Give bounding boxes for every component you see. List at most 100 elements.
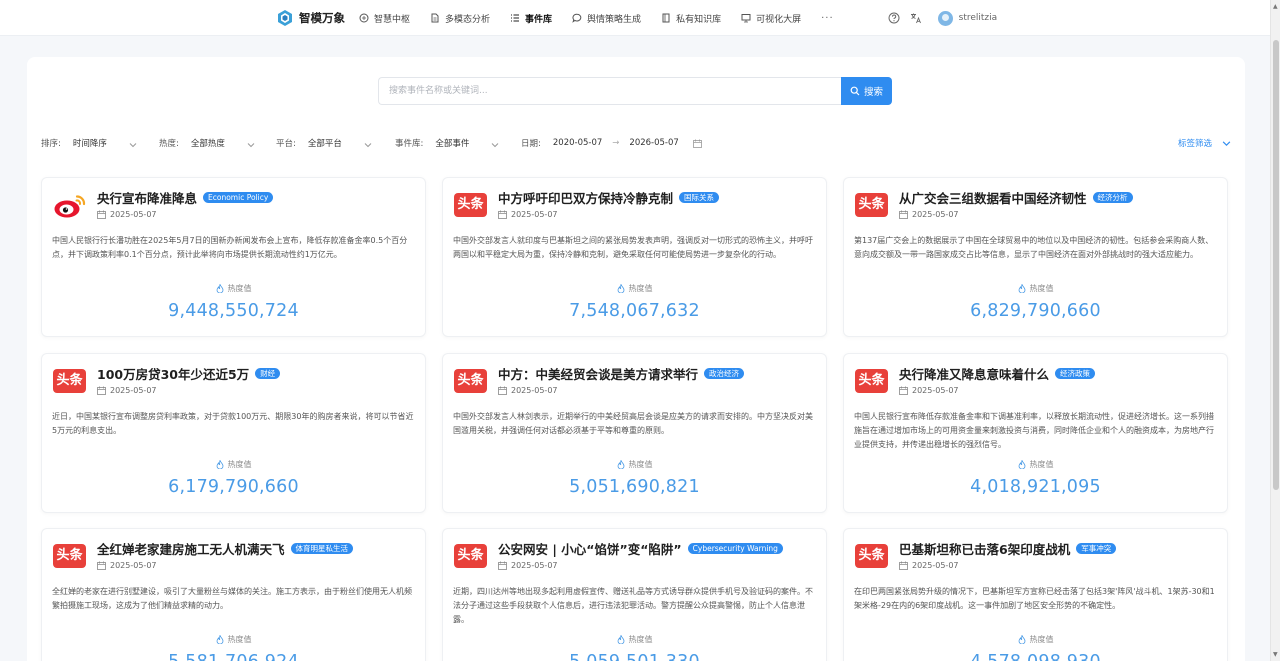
flame-icon bbox=[216, 284, 223, 293]
card-date-value: 2025-05-07 bbox=[110, 386, 157, 395]
heat-value: 5,581,706,924 bbox=[42, 652, 425, 661]
card-title[interactable]: 中方：中美经贸会谈是美方请求举行 bbox=[498, 364, 698, 383]
brain-icon bbox=[359, 13, 369, 23]
card-title[interactable]: 从广交会三组数据看中国经济韧性 bbox=[899, 188, 1087, 207]
flame-icon bbox=[1018, 635, 1025, 644]
platform-filter[interactable]: 平台: 全部平台 bbox=[276, 137, 372, 149]
nav-item-event-library[interactable]: 事件库 bbox=[510, 12, 552, 25]
document-icon bbox=[431, 13, 439, 23]
scrollbar[interactable]: ▲ ▼ bbox=[1270, 0, 1280, 661]
heat-label-text: 热度值 bbox=[628, 460, 653, 469]
card-date-value: 2025-05-07 bbox=[511, 210, 558, 219]
scroll-thumb[interactable] bbox=[1273, 40, 1279, 490]
heat-label: 热度值 bbox=[42, 634, 425, 645]
heat-label-text: 热度值 bbox=[628, 284, 653, 293]
event-card[interactable]: 头条 100万房贷30年少还近5万 财经 2025-05-07 近日，中国某银行宣布调整… bbox=[41, 353, 426, 513]
search-bar: 搜索 bbox=[378, 77, 892, 105]
calendar-icon bbox=[498, 561, 507, 570]
event-card[interactable]: 头条 中方呼吁印巴双方保持冷静克制 国际关系 2025-05-07 中国外交部发言人就印… bbox=[442, 177, 827, 337]
heat-label: 热度值 bbox=[42, 459, 425, 470]
scroll-up-arrow-icon[interactable]: ▲ bbox=[1273, 3, 1278, 10]
nav-item-hub[interactable]: 智慧中枢 bbox=[359, 12, 410, 25]
user-menu[interactable]: strelitzia bbox=[937, 10, 998, 26]
heat-label-text: 热度值 bbox=[1029, 635, 1054, 644]
event-card[interactable]: 头条 全红婵老家建房施工无人机满天飞 体育明星私生活 2025-05-07 全红婵的老家… bbox=[41, 528, 426, 661]
nav-item-label: 事件库 bbox=[525, 14, 553, 25]
card-title-row: 央行降准又降息意味着什么 经济政策 bbox=[899, 364, 1096, 383]
nav-item-label: 智慧中枢 bbox=[374, 14, 411, 25]
nav-item-knowledge[interactable]: 私有知识库 bbox=[661, 12, 721, 25]
card-date: 2025-05-07 bbox=[899, 561, 959, 570]
nav-item-dashboard[interactable]: 可视化大屏 bbox=[741, 12, 801, 25]
toutiao-logo-icon: 头条 bbox=[855, 193, 888, 217]
card-date-value: 2025-05-07 bbox=[110, 561, 157, 570]
translate-icon[interactable] bbox=[910, 12, 922, 24]
event-card[interactable]: 头条 中方：中美经贸会谈是美方请求举行 政治经济 2025-05-07 中国外交部发言人… bbox=[442, 353, 827, 513]
card-date-value: 2025-05-07 bbox=[110, 210, 157, 219]
calendar-icon bbox=[498, 210, 507, 219]
flame-icon bbox=[216, 460, 223, 469]
nav-item-multimodal[interactable]: 多模态分析 bbox=[430, 12, 490, 25]
nav-item-strategy[interactable]: 舆情策略生成 bbox=[572, 12, 641, 25]
date-to[interactable]: 2026-05-07 bbox=[629, 138, 678, 148]
event-card[interactable]: 央行宣布降准降息 Economic Policy 2025-05-07 中国人民银行行… bbox=[41, 177, 426, 337]
heat-value: 5,051,690,821 bbox=[569, 477, 700, 497]
username: strelitzia bbox=[958, 13, 998, 23]
card-tag-badge: 经济分析 bbox=[1092, 191, 1133, 204]
card-date: 2025-05-07 bbox=[498, 561, 558, 570]
card-title[interactable]: 公安网安 | 小心“馅饼”变“陷阱” bbox=[498, 539, 682, 558]
card-title-row: 巴基斯坦称已击落6架印度战机 军事冲突 bbox=[899, 539, 1117, 558]
sort-label: 排序: bbox=[41, 139, 61, 149]
heat-label: 热度值 bbox=[844, 283, 1227, 294]
card-tag-badge: Economic Policy bbox=[203, 191, 274, 204]
card-description: 近期，四川达州等地出现多起利用虚假宣传、赠送礼品等方式诱导群众提供手机号及验证码… bbox=[453, 587, 813, 623]
card-date-value: 2025-05-07 bbox=[912, 386, 959, 395]
sort-filter[interactable]: 排序: 时间降序 bbox=[41, 137, 137, 149]
flame-icon bbox=[1018, 460, 1025, 469]
scroll-down-arrow-icon[interactable]: ▼ bbox=[1273, 651, 1278, 658]
event-card[interactable]: 头条 央行降准又降息意味着什么 经济政策 2025-05-07 中国人民银行宣布降低存款… bbox=[843, 353, 1228, 513]
search-button-label: 搜索 bbox=[863, 87, 883, 98]
search-icon bbox=[850, 86, 860, 96]
more-menu[interactable]: ··· bbox=[821, 13, 834, 24]
library-filter[interactable]: 事件库: 全部事件 bbox=[395, 137, 499, 149]
toutiao-logo-icon: 头条 bbox=[454, 193, 487, 217]
chevron-down-icon bbox=[364, 143, 372, 148]
card-title[interactable]: 中方呼吁印巴双方保持冷静克制 bbox=[498, 188, 673, 207]
flame-icon bbox=[1018, 284, 1025, 293]
card-tag-badge: 政治经济 bbox=[704, 367, 745, 380]
card-tag-badge: 经济政策 bbox=[1055, 367, 1096, 380]
search-input[interactable] bbox=[378, 77, 841, 105]
nav-item-label: 私有知识库 bbox=[676, 14, 722, 25]
card-tag-badge: 国际关系 bbox=[679, 191, 720, 204]
help-icon[interactable] bbox=[888, 12, 900, 24]
heat-value: 4,578,098,930 bbox=[844, 652, 1227, 661]
library-filter-value: 全部事件 bbox=[435, 139, 470, 149]
card-title-row: 全红婵老家建房施工无人机满天飞 体育明星私生活 bbox=[97, 539, 354, 558]
card-title[interactable]: 巴基斯坦称已击落6架印度战机 bbox=[899, 539, 1070, 558]
nav-item-label: 舆情策略生成 bbox=[587, 14, 642, 25]
heat-filter[interactable]: 热度: 全部热度 bbox=[159, 137, 255, 149]
event-card[interactable]: 头条 巴基斯坦称已击落6架印度战机 军事冲突 2025-05-07 在印巴两国紧张局势升… bbox=[843, 528, 1228, 661]
date-from[interactable]: 2020-05-07 bbox=[553, 138, 602, 148]
date-separator: → bbox=[612, 138, 620, 148]
search-button[interactable]: 搜索 bbox=[841, 77, 892, 105]
card-title[interactable]: 全红婵老家建房施工无人机满天飞 bbox=[97, 539, 285, 558]
card-title[interactable]: 央行降准又降息意味着什么 bbox=[899, 364, 1049, 383]
heat-label-text: 热度值 bbox=[227, 460, 252, 469]
flame-icon bbox=[617, 635, 624, 644]
event-card[interactable]: 头条 公安网安 | 小心“馅饼”变“陷阱” Cybersecurity Warnin… bbox=[442, 528, 827, 661]
heat-label: 热度值 bbox=[844, 459, 1227, 470]
date-filter[interactable]: 日期: 2020-05-07 → 2026-05-07 bbox=[521, 137, 702, 149]
card-title[interactable]: 100万房贷30年少还近5万 bbox=[97, 364, 249, 383]
event-card[interactable]: 头条 从广交会三组数据看中国经济韧性 经济分析 2025-05-07 第137届广交会上… bbox=[843, 177, 1228, 337]
tag-filter-toggle[interactable]: 标签筛选 bbox=[1178, 137, 1231, 149]
brand-logo[interactable]: 智模万象 bbox=[278, 10, 345, 26]
heat-label-text: 热度值 bbox=[227, 635, 252, 644]
card-title-row: 公安网安 | 小心“馅饼”变“陷阱” Cybersecurity Warning bbox=[498, 539, 783, 558]
heat-value: 9,448,550,724 bbox=[168, 301, 299, 321]
card-title[interactable]: 央行宣布降准降息 bbox=[97, 188, 197, 207]
heat-value: 6,179,790,660 bbox=[168, 477, 299, 497]
toutiao-logo-icon: 头条 bbox=[53, 369, 86, 393]
calendar-icon bbox=[97, 386, 106, 395]
